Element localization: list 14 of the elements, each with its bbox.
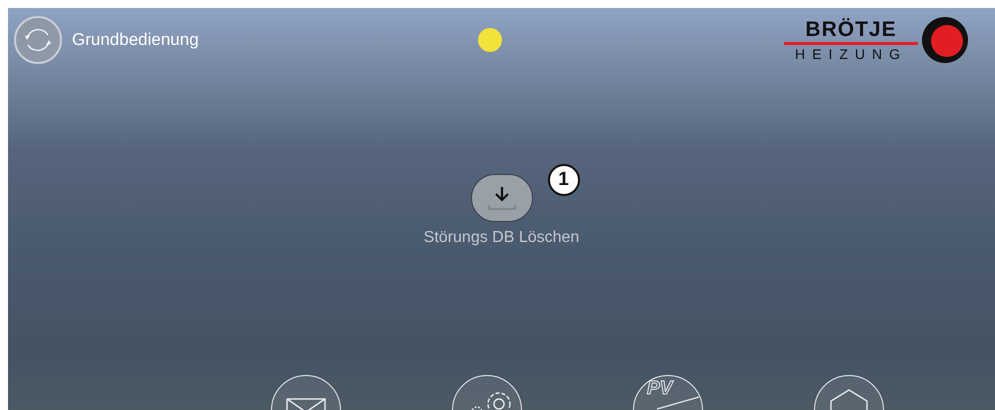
nav-button[interactable]: PV (633, 375, 703, 410)
logo-subtitle: HEIZUNG (795, 47, 907, 61)
slash-line-icon (656, 396, 700, 410)
step-badge: 1 (548, 164, 580, 196)
refresh-icon (22, 27, 54, 53)
logo-circle-icon (921, 16, 969, 64)
download-button[interactable] (470, 174, 532, 222)
action-label: Störungs DB Löschen (424, 228, 580, 248)
mode-switch-button[interactable] (14, 16, 62, 64)
pv-label: PV (647, 379, 672, 398)
download-icon (486, 184, 516, 212)
house-icon (829, 389, 869, 410)
mode-title: Grundbedienung (72, 29, 199, 52)
logo-wordmark: BRÖTJE (805, 19, 897, 40)
